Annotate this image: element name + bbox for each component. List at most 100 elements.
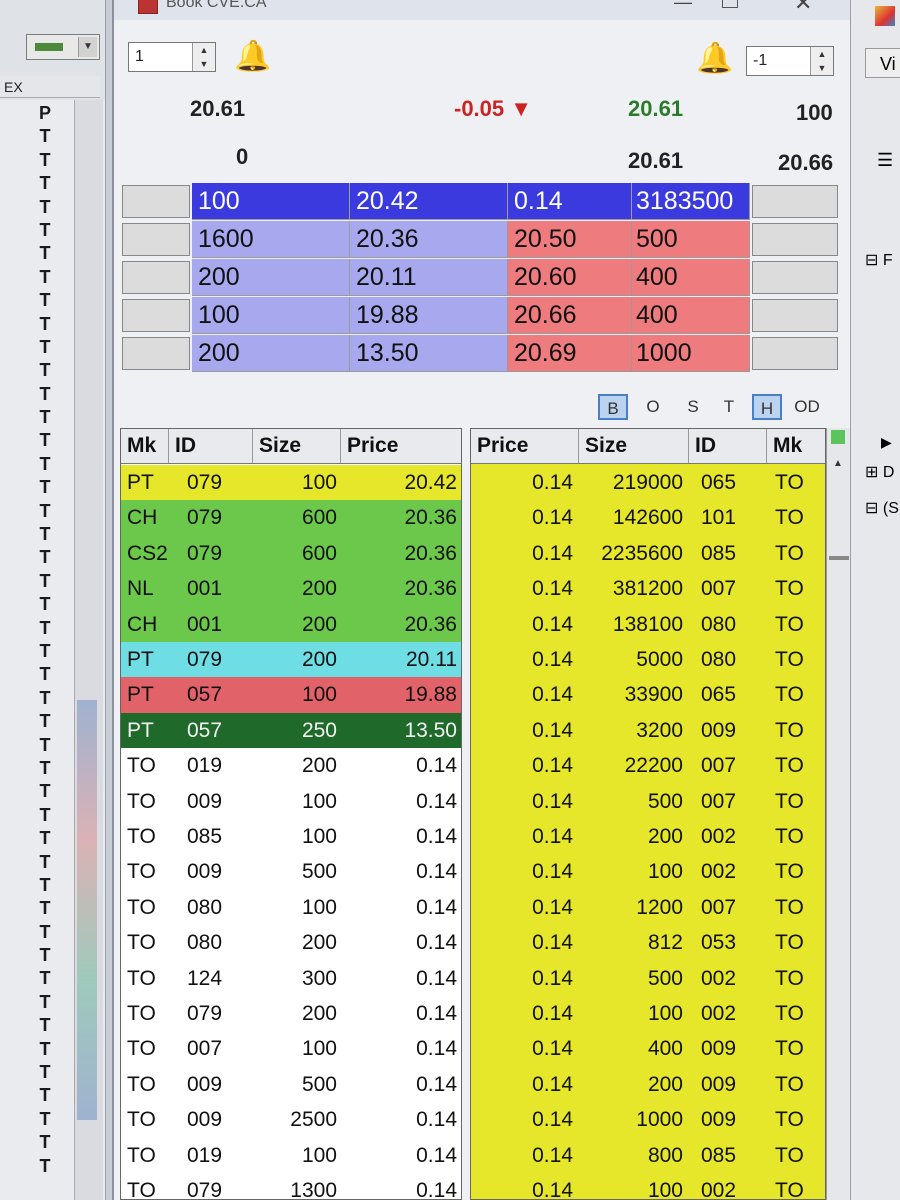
filter-toggle-h[interactable]: H xyxy=(752,394,782,420)
bid-row[interactable]: TO 009 500 0.14 xyxy=(121,1066,461,1103)
bid-row[interactable]: TO 009 100 0.14 xyxy=(121,783,461,819)
book-right-button[interactable] xyxy=(752,261,838,294)
bid-row[interactable]: PT 057 250 13.50 xyxy=(121,712,461,749)
collapse-icon[interactable]: ⊟ xyxy=(865,252,878,269)
bid-row[interactable]: TO 009 2500 0.14 xyxy=(121,1102,461,1138)
minimize-button[interactable]: — xyxy=(674,0,692,13)
bid-row[interactable]: TO 079 1300 0.14 xyxy=(121,1173,461,1199)
book-left-button[interactable] xyxy=(122,261,190,294)
ask-row[interactable]: 0.14 100 002 TO xyxy=(471,996,825,1031)
ask-row[interactable]: 0.14 400 009 TO xyxy=(471,1031,825,1066)
ask-header-size[interactable]: Size xyxy=(579,429,689,463)
ask-row[interactable]: 0.14 2235600 085 TO xyxy=(471,536,825,571)
expand-icon[interactable]: ⊞ xyxy=(865,464,878,481)
maximize-button[interactable] xyxy=(722,0,738,8)
bid-row[interactable]: PT 079 100 20.42 xyxy=(121,465,461,501)
close-button[interactable]: ✕ xyxy=(794,0,812,16)
book-left-button[interactable] xyxy=(122,337,190,370)
ask-row[interactable]: 0.14 22200 007 TO xyxy=(471,748,825,783)
spinner-arrows-icon[interactable]: ▲ ▼ xyxy=(810,47,833,75)
book-row[interactable]: 100 20.42 0.14 3183500 xyxy=(120,183,840,221)
ask-row[interactable]: 0.14 200 002 TO xyxy=(471,819,825,854)
left-spinner[interactable]: 1 ▲ ▼ xyxy=(128,42,216,72)
filter-toggle-o[interactable]: O xyxy=(638,394,668,420)
ask-row[interactable]: 0.14 219000 065 TO xyxy=(471,465,825,500)
spinner-arrows-icon[interactable]: ▲ ▼ xyxy=(192,43,215,71)
alert-bell-icon[interactable]: 🔔 xyxy=(234,42,271,72)
book-left-button[interactable] xyxy=(122,223,190,256)
filter-toggle-s[interactable]: S xyxy=(678,394,708,420)
ask-row[interactable]: 0.14 5000 080 TO xyxy=(471,642,825,677)
ask-row[interactable]: 0.14 500 007 TO xyxy=(471,784,825,819)
ask-row[interactable]: 0.14 3200 009 TO xyxy=(471,713,825,748)
ask-row[interactable]: 0.14 138100 080 TO xyxy=(471,607,825,642)
ask-row[interactable]: 0.14 100 002 TO xyxy=(471,854,825,889)
book-right-button[interactable] xyxy=(752,223,838,256)
bid-row[interactable]: TO 124 300 0.14 xyxy=(121,960,461,996)
color-dropdown[interactable]: ▼ xyxy=(26,34,100,60)
ask-row[interactable]: 0.14 812 053 TO xyxy=(471,925,825,960)
bid-header-mk[interactable]: Mk xyxy=(121,429,169,463)
ask-row[interactable]: 0.14 1000 009 TO xyxy=(471,1102,825,1137)
ask-row[interactable]: 0.14 1200 007 TO xyxy=(471,890,825,925)
left-letter: T xyxy=(39,828,51,849)
ask-header-id[interactable]: ID xyxy=(689,429,767,463)
bid-price: 20.61 xyxy=(628,96,684,121)
bid-row[interactable]: TO 085 100 0.14 xyxy=(121,819,461,855)
book-right-button[interactable] xyxy=(752,299,838,332)
bid-row[interactable]: PT 057 100 19.88 xyxy=(121,677,461,713)
bid-row[interactable]: NL 001 200 20.36 xyxy=(121,571,461,607)
book-right-button[interactable] xyxy=(752,337,838,370)
title-bar[interactable]: Book CVE.CA — ✕ xyxy=(114,0,850,20)
caret-right-icon[interactable]: ▶ xyxy=(881,434,892,451)
book-right-button[interactable] xyxy=(752,185,838,218)
book-left-button[interactable] xyxy=(122,299,190,332)
ask-row[interactable]: 0.14 33900 065 TO xyxy=(471,677,825,712)
collapse-icon[interactable]: ⊟ xyxy=(865,500,878,517)
ask-row[interactable]: 0.14 200 009 TO xyxy=(471,1067,825,1102)
scroll-up-icon[interactable]: ▲ xyxy=(833,458,843,469)
bid-row[interactable]: CH 001 200 20.36 xyxy=(121,606,461,642)
tree-node-1[interactable]: ⊟ F xyxy=(865,250,893,270)
ask-row[interactable]: 0.14 100 002 TO xyxy=(471,1173,825,1199)
ask-scrollbar[interactable]: ▲ xyxy=(826,428,851,1200)
scroll-thumb[interactable] xyxy=(829,556,849,560)
book-row[interactable]: 200 20.11 20.60 400 xyxy=(120,259,840,297)
bid-id: 057 xyxy=(187,718,223,742)
ask-header-price[interactable]: Price xyxy=(471,429,579,463)
bid-row[interactable]: PT 079 200 20.11 xyxy=(121,642,461,678)
bid-header-id[interactable]: ID xyxy=(169,429,253,463)
filter-toggle-t[interactable]: T xyxy=(714,394,744,420)
bid-row[interactable]: CH 079 600 20.36 xyxy=(121,500,461,536)
ask-row[interactable]: 0.14 142600 101 TO xyxy=(471,500,825,535)
bid-row[interactable]: CS2 079 600 20.36 xyxy=(121,535,461,572)
bid-header-price[interactable]: Price xyxy=(341,429,461,463)
bid-header-size[interactable]: Size xyxy=(253,429,341,463)
filter-toggle-b[interactable]: B xyxy=(598,394,628,420)
book-row[interactable]: 1600 20.36 20.50 500 xyxy=(120,221,840,259)
filter-toggle-od[interactable]: OD xyxy=(792,394,822,420)
bid-row[interactable]: TO 080 200 0.14 xyxy=(121,925,461,961)
bid-row[interactable]: TO 007 100 0.14 xyxy=(121,1031,461,1067)
bid-row[interactable]: TO 019 100 0.14 xyxy=(121,1137,461,1173)
tree-node-2[interactable]: ⊞ D xyxy=(865,462,894,482)
settings-icon[interactable]: ☰ xyxy=(877,150,893,171)
book-row[interactable]: 100 19.88 20.66 400 xyxy=(120,297,840,335)
bid-row[interactable]: TO 079 200 0.14 xyxy=(121,996,461,1032)
left-column-header[interactable]: EX xyxy=(0,76,100,98)
book-left-button[interactable] xyxy=(122,185,190,218)
chevron-down-icon[interactable]: ▼ xyxy=(78,37,97,57)
bid-row[interactable]: TO 019 200 0.14 xyxy=(121,748,461,784)
tree-node-3[interactable]: ⊟ (S xyxy=(865,498,899,518)
left-scrollbar[interactable] xyxy=(74,100,103,1200)
alert-bell-icon-right[interactable]: 🔔 xyxy=(696,44,733,74)
ask-row[interactable]: 0.14 500 002 TO xyxy=(471,961,825,996)
ask-row[interactable]: 0.14 800 085 TO xyxy=(471,1138,825,1173)
view-tab[interactable]: Vi xyxy=(865,48,900,78)
ask-header-mk[interactable]: Mk xyxy=(767,429,825,463)
book-row[interactable]: 200 13.50 20.69 1000 xyxy=(120,335,840,373)
right-spinner[interactable]: -1 ▲ ▼ xyxy=(746,46,834,76)
bid-row[interactable]: TO 080 100 0.14 xyxy=(121,889,461,926)
bid-row[interactable]: TO 009 500 0.14 xyxy=(121,854,461,890)
ask-row[interactable]: 0.14 381200 007 TO xyxy=(471,571,825,606)
